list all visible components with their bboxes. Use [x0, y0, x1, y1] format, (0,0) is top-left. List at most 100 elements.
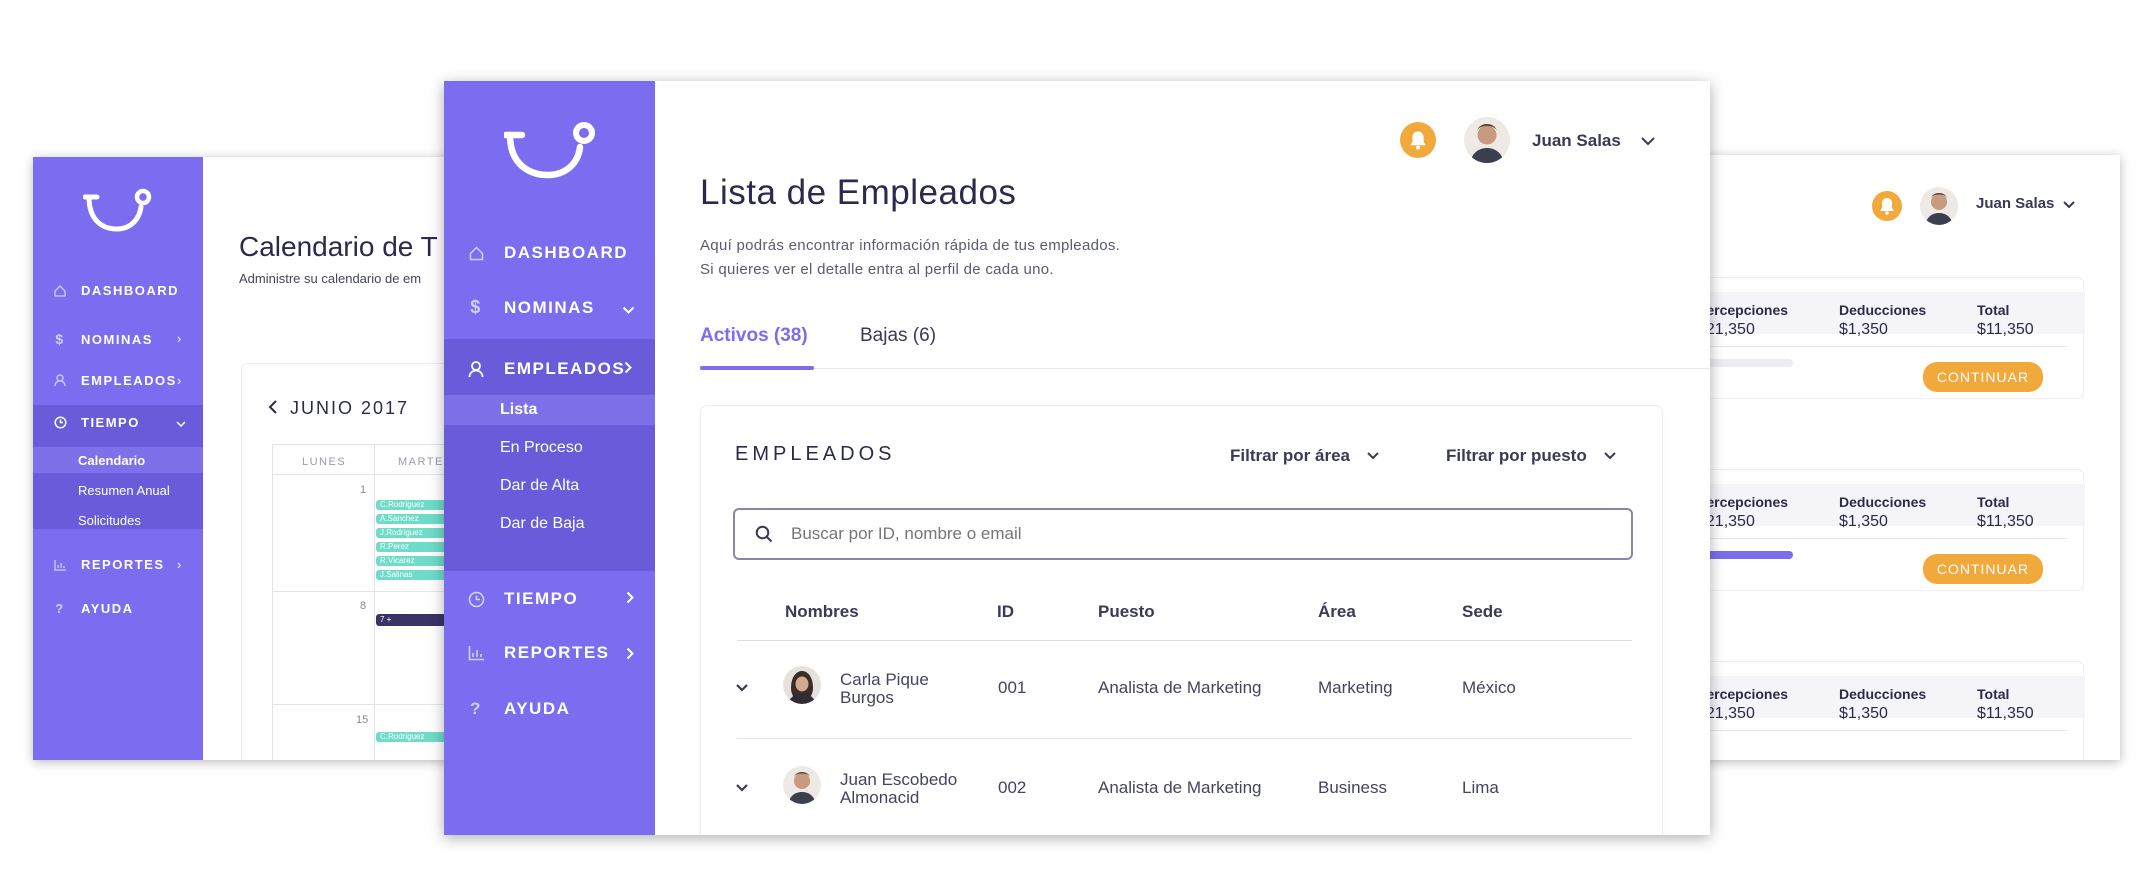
- employee-puesto: Analista de Marketing: [1098, 678, 1262, 697]
- chevron-down-icon[interactable]: [2062, 197, 2076, 215]
- calendar-event[interactable]: R.Perez: [376, 542, 446, 552]
- user-icon: [51, 374, 69, 387]
- day-number: 8: [360, 600, 367, 612]
- table-row[interactable]: Juan Escobedo Almonacid 002 Analista de …: [701, 740, 1664, 835]
- employee-name[interactable]: Burgos: [840, 688, 894, 708]
- chevron-down-icon[interactable]: [1640, 134, 1656, 152]
- payroll-card: Percepciones Deducciones Total $21,350 $…: [1680, 661, 2085, 760]
- chevron-right-icon: ›: [177, 557, 182, 572]
- page-subtitle: Administre su calendario de em: [239, 271, 422, 286]
- notification-bell-icon[interactable]: [1400, 122, 1436, 158]
- value: $1,350: [1839, 321, 1888, 338]
- sub-item-solicitudes[interactable]: Solicitudes: [78, 513, 141, 528]
- notification-bell-icon[interactable]: [1872, 191, 1902, 221]
- chevron-down-icon: [622, 302, 635, 320]
- nav-ayuda[interactable]: ? AYUDA: [466, 699, 570, 719]
- value: $1,350: [1839, 513, 1888, 530]
- employee-sede: México: [1462, 678, 1516, 697]
- tab-activos[interactable]: Activos (38): [700, 325, 808, 347]
- col-header-area[interactable]: Área: [1318, 602, 1356, 622]
- col-label: Total: [1977, 686, 2010, 702]
- col-header-nombres[interactable]: Nombres: [785, 602, 859, 622]
- filter-puesto-dropdown[interactable]: Filtrar por puesto: [1446, 446, 1617, 466]
- chart-icon: [51, 559, 69, 571]
- nav-reportes[interactable]: REPORTES: [466, 643, 610, 663]
- day-number: 1: [360, 484, 367, 496]
- chevron-down-icon[interactable]: [735, 680, 749, 698]
- chevron-down-icon: [1604, 452, 1616, 460]
- search-icon: [755, 525, 773, 548]
- chevron-down-icon: [1367, 452, 1379, 460]
- payroll-card: Percepciones Deducciones Total $21,350 $…: [1680, 277, 2085, 399]
- sidebar: DASHBOARD $ NOMINAS › EMPLEADOS › TIEMPO…: [33, 157, 203, 760]
- value: $11,350: [1977, 321, 2034, 338]
- nav-nominas[interactable]: $ NOMINAS: [466, 297, 595, 318]
- logo-icon: [504, 117, 596, 183]
- employee-name[interactable]: Carla Pique: [840, 670, 929, 690]
- calendar-event[interactable]: C.Rodriguez: [376, 732, 446, 742]
- sub-item-lista[interactable]: Lista: [500, 401, 537, 419]
- nav-empleados[interactable]: EMPLEADOS: [51, 373, 177, 388]
- nav-tiempo[interactable]: TIEMPO: [466, 589, 578, 609]
- clock-icon: [51, 416, 69, 429]
- calendar-event[interactable]: A.Sanchez: [376, 514, 446, 524]
- nav-reportes[interactable]: REPORTES: [51, 557, 165, 572]
- chevron-left-icon[interactable]: [268, 400, 278, 419]
- search-box[interactable]: [733, 508, 1633, 560]
- card-title: EMPLEADOS: [735, 443, 896, 465]
- tab-active-indicator: [700, 366, 814, 370]
- user-avatar[interactable]: [1920, 187, 1958, 225]
- nav-label: EMPLEADOS: [81, 373, 177, 388]
- month-label: JUNIO 2017: [290, 398, 410, 418]
- table-row[interactable]: Carla Pique Burgos 001 Analista de Marke…: [701, 642, 1664, 740]
- filter-area-dropdown[interactable]: Filtrar por área: [1230, 446, 1380, 466]
- calendar-event[interactable]: J.Rodriguez: [376, 528, 446, 538]
- weekday-label: LUNES: [302, 456, 347, 468]
- col-header-puesto[interactable]: Puesto: [1098, 602, 1155, 622]
- nav-nominas[interactable]: $ NOMINAS: [51, 331, 153, 347]
- chevron-down-icon[interactable]: [735, 780, 749, 798]
- calendar-event[interactable]: R.Vicarez: [376, 556, 446, 566]
- user-name[interactable]: Juan Salas: [1532, 131, 1621, 151]
- employee-name[interactable]: Almonacid: [840, 788, 919, 808]
- logo-icon: [83, 185, 153, 235]
- nav-label: DASHBOARD: [81, 283, 179, 298]
- filter-label: Filtrar por área: [1230, 446, 1350, 465]
- nav-empleados[interactable]: EMPLEADOS: [466, 359, 625, 379]
- chevron-right-icon: ›: [177, 331, 182, 346]
- nav-label: EMPLEADOS: [504, 359, 626, 378]
- filter-label: Filtrar por puesto: [1446, 446, 1587, 465]
- sub-item-resumen-anual[interactable]: Resumen Anual: [78, 483, 170, 498]
- col-label: Deducciones: [1839, 686, 1927, 702]
- nav-label: TIEMPO: [504, 589, 579, 608]
- nav-tiempo[interactable]: TIEMPO: [51, 415, 140, 430]
- continue-button[interactable]: CONTINUAR: [1923, 362, 2043, 392]
- more-events-badge[interactable]: 7 +: [376, 614, 446, 626]
- nav-dashboard[interactable]: DASHBOARD: [51, 283, 179, 298]
- nav-ayuda[interactable]: ? AYUDA: [51, 601, 134, 616]
- col-label: Deducciones: [1839, 494, 1927, 510]
- col-label: Percepciones: [1697, 302, 1789, 318]
- employees-card: EMPLEADOS Filtrar por área Filtrar por p…: [700, 405, 1663, 835]
- col-label: Total: [1977, 494, 2010, 510]
- sub-item-en-proceso[interactable]: En Proceso: [500, 439, 583, 457]
- col-header-id[interactable]: ID: [997, 602, 1014, 622]
- calendar-event[interactable]: J.Salinas: [376, 570, 446, 580]
- calendar-event[interactable]: C.Rodriguez: [376, 500, 446, 510]
- user-name[interactable]: Juan Salas: [1976, 195, 2054, 212]
- user-avatar[interactable]: [1464, 117, 1510, 163]
- day-number: 15: [356, 714, 369, 726]
- sub-item-dar-de-baja[interactable]: Dar de Baja: [500, 515, 585, 533]
- continue-button[interactable]: CONTINUAR: [1923, 554, 2043, 584]
- search-input[interactable]: [791, 520, 1611, 548]
- tab-bajas[interactable]: Bajas (6): [860, 325, 936, 347]
- sub-item-dar-de-alta[interactable]: Dar de Alta: [500, 477, 579, 495]
- employee-id: 001: [998, 678, 1027, 697]
- payroll-window: Juan Salas Percepciones Deducciones Tota…: [1680, 155, 2120, 760]
- nav-dashboard[interactable]: DASHBOARD: [466, 243, 628, 263]
- chevron-right-icon: [626, 591, 635, 609]
- employee-name[interactable]: Juan Escobedo: [840, 770, 957, 790]
- col-header-sede[interactable]: Sede: [1462, 602, 1503, 622]
- col-label: Percepciones: [1697, 494, 1789, 510]
- sub-item-calendario[interactable]: Calendario: [78, 453, 145, 468]
